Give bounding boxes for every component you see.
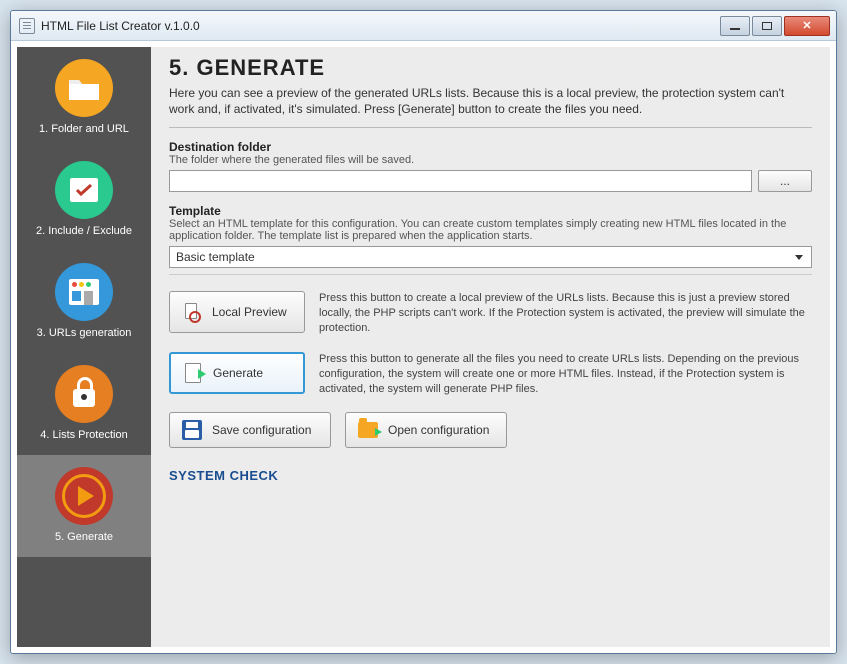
button-label: Open configuration xyxy=(388,423,489,437)
template-select[interactable]: Basic template xyxy=(169,246,812,268)
generate-button[interactable]: Generate xyxy=(169,352,305,394)
dest-label: Destination folder xyxy=(169,140,812,154)
browser-icon xyxy=(55,263,113,321)
open-config-button[interactable]: Open configuration xyxy=(345,412,507,448)
generate-desc: Press this button to generate all the fi… xyxy=(319,352,812,397)
divider xyxy=(169,274,812,275)
local-preview-desc: Press this button to create a local prev… xyxy=(319,291,812,336)
page-heading: 5. GENERATE xyxy=(169,55,812,81)
close-button[interactable]: ✕ xyxy=(784,16,830,36)
app-icon xyxy=(19,18,35,34)
maximize-button[interactable] xyxy=(752,16,782,36)
checkbox-icon xyxy=(55,161,113,219)
sidebar-item-urls-generation[interactable]: 3. URLs generation xyxy=(17,251,151,353)
sidebar: 1. Folder and URL 2. Include / Exclude 3… xyxy=(17,47,151,647)
template-selected: Basic template xyxy=(176,250,255,264)
body: 1. Folder and URL 2. Include / Exclude 3… xyxy=(11,41,836,653)
titlebar[interactable]: HTML File List Creator v.1.0.0 ✕ xyxy=(11,11,836,41)
sidebar-item-label: 1. Folder and URL xyxy=(39,123,129,135)
folder-icon xyxy=(55,59,113,117)
sidebar-item-include-exclude[interactable]: 2. Include / Exclude xyxy=(17,149,151,251)
sidebar-item-label: 4. Lists Protection xyxy=(40,429,127,441)
sidebar-item-folder-url[interactable]: 1. Folder and URL xyxy=(17,47,151,149)
dest-folder-input[interactable] xyxy=(169,170,752,192)
generate-icon xyxy=(183,363,203,383)
open-icon xyxy=(358,420,378,440)
main-panel: 5. GENERATE Here you can see a preview o… xyxy=(151,47,830,647)
sidebar-item-lists-protection[interactable]: 4. Lists Protection xyxy=(17,353,151,455)
magnify-icon xyxy=(182,302,202,322)
app-window: HTML File List Creator v.1.0.0 ✕ 1. Fold… xyxy=(10,10,837,654)
button-label: Save configuration xyxy=(212,423,311,437)
play-icon xyxy=(55,467,113,525)
system-check-heading: SYSTEM CHECK xyxy=(169,468,812,483)
local-preview-button[interactable]: Local Preview xyxy=(169,291,305,333)
sidebar-item-label: 3. URLs generation xyxy=(37,327,132,339)
button-label: Local Preview xyxy=(212,305,287,319)
sidebar-item-label: 5. Generate xyxy=(55,531,113,543)
dest-desc: The folder where the generated files wil… xyxy=(169,154,812,166)
window-title: HTML File List Creator v.1.0.0 xyxy=(41,19,720,33)
save-config-button[interactable]: Save configuration xyxy=(169,412,331,448)
minimize-button[interactable] xyxy=(720,16,750,36)
template-desc: Select an HTML template for this configu… xyxy=(169,218,812,242)
browse-button[interactable]: ... xyxy=(758,170,812,192)
template-label: Template xyxy=(169,204,812,218)
button-label: Generate xyxy=(213,366,263,380)
page-intro: Here you can see a preview of the genera… xyxy=(169,85,812,128)
sidebar-item-label: 2. Include / Exclude xyxy=(36,225,132,237)
lock-icon xyxy=(55,365,113,423)
sidebar-item-generate[interactable]: 5. Generate xyxy=(17,455,151,557)
save-icon xyxy=(182,420,202,440)
window-controls: ✕ xyxy=(720,16,830,36)
